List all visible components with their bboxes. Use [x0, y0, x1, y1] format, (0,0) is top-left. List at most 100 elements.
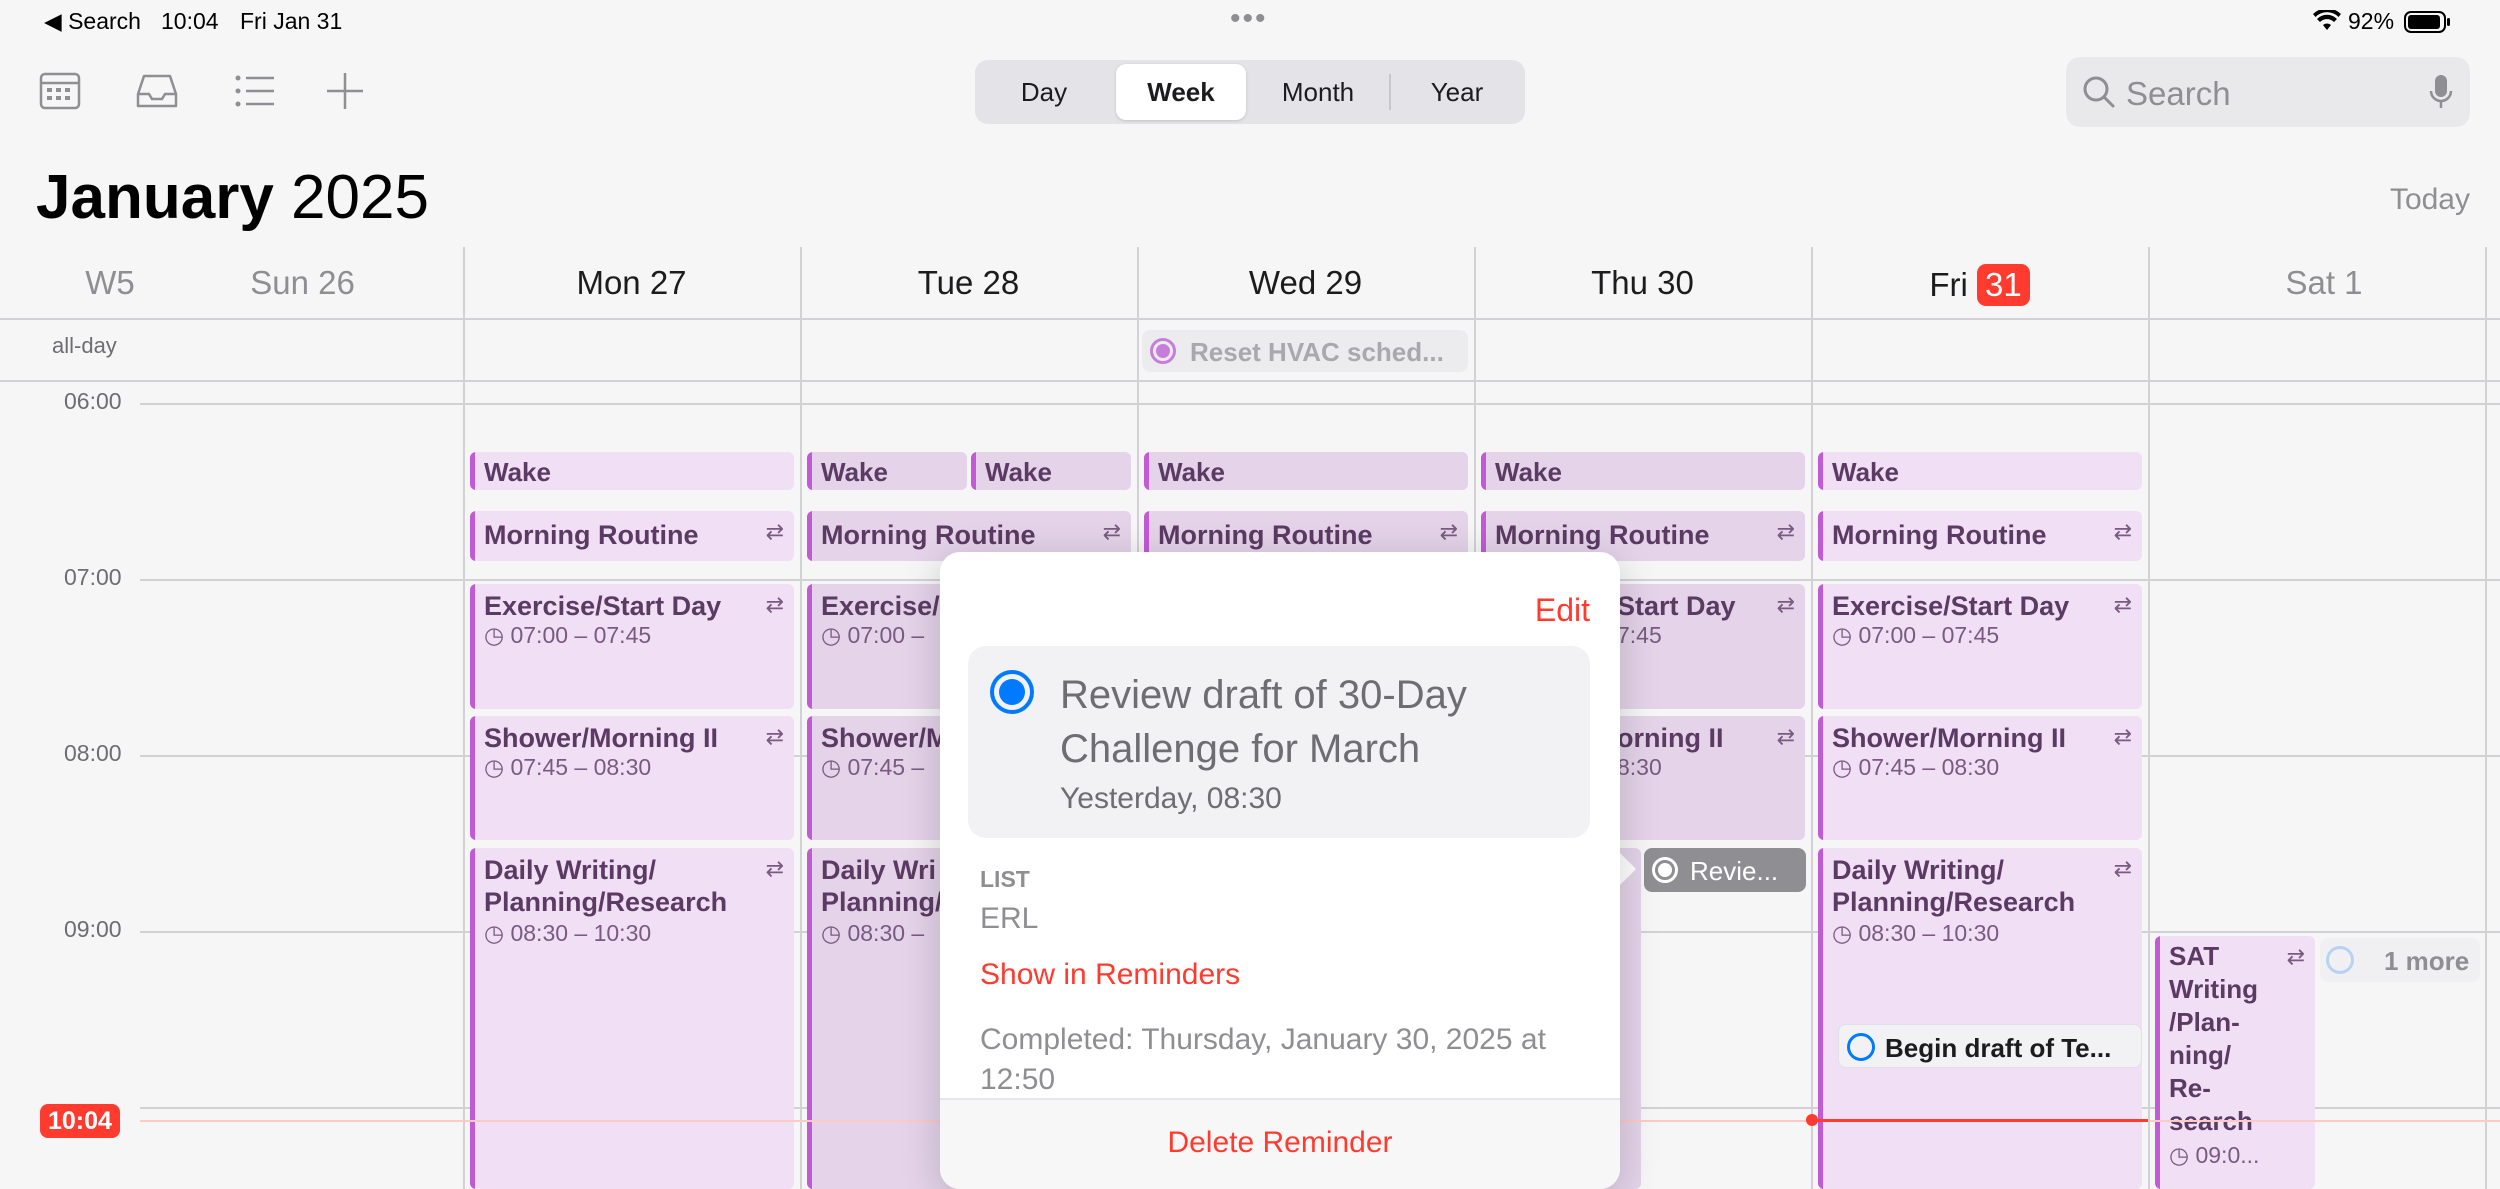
- event-time: ◷ 08:30 – 10:30: [484, 920, 651, 947]
- event-title: Start Day: [1617, 591, 1736, 621]
- back-to-search-link[interactable]: ◀ Search: [44, 8, 141, 35]
- reminder-popover: Edit Review draft of 30-Day Challenge fo…: [940, 552, 1620, 1189]
- clock-icon: ◷: [1832, 920, 1853, 946]
- event-morning-routine[interactable]: Morning Routine ⇄: [1818, 511, 2142, 561]
- month-name: January: [36, 163, 274, 232]
- event-sat-writing[interactable]: SAT Writing /Plan- ning/ Re- search ◷ 09…: [2155, 936, 2315, 1189]
- clock-icon: ◷: [821, 920, 842, 946]
- event-shower[interactable]: Shower/Morning II ◷ 07:45 – 08:30 ⇄: [1818, 716, 2142, 840]
- event-wake[interactable]: Wake: [807, 452, 967, 490]
- repeat-icon: ⇄: [1102, 519, 1121, 544]
- event-wake[interactable]: Wake: [1144, 452, 1468, 490]
- event-wake[interactable]: Wake: [1481, 452, 1805, 490]
- event-daily-writing[interactable]: Daily Writing/ Planning/Research ◷ 08:30…: [470, 848, 794, 1189]
- reminder-title: Begin draft of Te...: [1885, 1033, 2112, 1063]
- clock-icon: ◷: [1832, 622, 1853, 648]
- event-title: SAT Writing /Plan- ning/ Re- search: [2169, 940, 2258, 1138]
- today-button[interactable]: Today: [2390, 183, 2470, 217]
- event-time: ◷ 07:45 – 08:30: [484, 754, 651, 781]
- event-daily-writing[interactable]: Daily Writing/ Planning/Research ◷ 08:30…: [1818, 848, 2142, 1189]
- delete-reminder-button[interactable]: Delete Reminder: [940, 1126, 1620, 1160]
- list-heading: LIST: [980, 866, 1030, 892]
- day-header-sun[interactable]: Sun 26: [170, 264, 435, 304]
- segment-year[interactable]: Year: [1393, 64, 1521, 120]
- event-shower[interactable]: Shower/Morning II ◷ 07:45 – 08:30 ⇄: [470, 716, 794, 840]
- reminder-title: Revie...: [1690, 856, 1779, 886]
- event-title: Shower/Morning II: [1832, 723, 2066, 753]
- hour-line: [140, 403, 2500, 405]
- repeat-icon: ⇄: [1439, 519, 1458, 544]
- event-wake[interactable]: Wake: [1818, 452, 2142, 490]
- repeat-icon: ⇄: [1776, 519, 1795, 544]
- reminder-card: Review draft of 30-Day Challenge for Mar…: [968, 646, 1590, 838]
- event-time: ◷ 08:30 –: [821, 920, 924, 947]
- list-view-icon[interactable]: [232, 68, 278, 114]
- segment-month[interactable]: Month: [1253, 64, 1383, 120]
- all-day-label: all-day: [52, 333, 117, 358]
- search-placeholder: Search: [2126, 75, 2231, 112]
- day-header-tue[interactable]: Tue 28: [800, 264, 1137, 304]
- page-title: January 2025: [36, 162, 429, 233]
- grid-divider: [2148, 247, 2150, 1189]
- reminder-checkbox-icon[interactable]: [1652, 857, 1678, 883]
- event-title: Exercise/: [821, 591, 940, 621]
- wifi-icon: [2313, 10, 2341, 30]
- reminder-due-date: Yesterday, 08:30: [1060, 782, 1282, 815]
- day-header-sat[interactable]: Sat 1: [2148, 264, 2500, 304]
- grid-divider: [2485, 247, 2487, 1189]
- event-morning-routine[interactable]: Morning Routine ⇄: [470, 511, 794, 561]
- day-header-thu[interactable]: Thu 30: [1474, 264, 1811, 304]
- current-time-line: [1811, 1119, 2148, 1122]
- event-time-text: 07:45 – 08:30: [1858, 754, 2000, 780]
- today-date-badge: 31: [1976, 264, 2030, 306]
- reminder-complete-checkbox-icon[interactable]: [990, 670, 1034, 714]
- event-time: ◷ 09:0...: [2169, 1142, 2259, 1169]
- reminder-checkbox-icon[interactable]: [1847, 1033, 1875, 1061]
- day-header-mon[interactable]: Mon 27: [463, 264, 800, 304]
- event-time: ◷ 07:45 –: [821, 754, 924, 781]
- calendars-icon[interactable]: [38, 68, 84, 114]
- show-in-reminders-link[interactable]: Show in Reminders: [980, 958, 1240, 992]
- more-events-chip[interactable]: 1 more: [2320, 938, 2480, 982]
- event-wake[interactable]: Wake: [971, 452, 1131, 490]
- event-time-text: 07:45 –: [847, 754, 925, 780]
- segment-day[interactable]: Day: [979, 64, 1109, 120]
- repeat-icon: ⇄: [765, 724, 784, 749]
- week-number: W5: [85, 264, 135, 301]
- repeat-icon: ⇄: [765, 856, 784, 881]
- day-header-fri-label: Fri: [1929, 266, 1968, 303]
- add-event-icon[interactable]: [322, 68, 368, 114]
- grid-divider: [800, 247, 802, 1189]
- delete-reminder-row: Delete Reminder: [940, 1100, 1620, 1189]
- clock-icon: ◷: [2169, 1142, 2190, 1168]
- event-time: ◷ 07:45 – 08:30: [1832, 754, 1999, 781]
- event-exercise[interactable]: Exercise/Start Day ◷ 07:00 – 07:45 ⇄: [1818, 584, 2142, 709]
- header-divider: [0, 318, 2500, 320]
- day-header-wed[interactable]: Wed 29: [1137, 264, 1474, 304]
- search-field[interactable]: Search: [2066, 57, 2470, 127]
- repeat-icon: ⇄: [765, 592, 784, 617]
- repeat-icon: ⇄: [2113, 519, 2132, 544]
- list-name: ERL: [980, 902, 1039, 935]
- event-time: ◷ 07:00 – 07:45: [1832, 622, 1999, 649]
- event-wake[interactable]: Wake: [470, 452, 794, 490]
- reminder-chip[interactable]: Begin draft of Te...: [1838, 1024, 2142, 1068]
- all-day-reminder[interactable]: Reset HVAC sched...: [1142, 330, 1468, 372]
- event-title-line1: Daily Writing/: [484, 855, 657, 885]
- event-title-line: ning/: [2169, 1040, 2232, 1070]
- all-day-divider: [0, 380, 2500, 382]
- completed-line1: Completed: Thursday, January 30, 2025 at: [980, 1023, 1546, 1056]
- microphone-icon[interactable]: [2428, 73, 2454, 111]
- event-title-line2: Planning/Research: [1832, 887, 2076, 917]
- inbox-icon[interactable]: [134, 68, 180, 114]
- day-header-fri[interactable]: Fri 31: [1811, 264, 2148, 306]
- selected-reminder-chip[interactable]: Revie...: [1644, 848, 1806, 892]
- completed-line2: 12:50: [980, 1063, 1056, 1096]
- event-exercise[interactable]: Exercise/Start Day ◷ 07:00 – 07:45 ⇄: [470, 584, 794, 709]
- segment-week[interactable]: Week: [1116, 64, 1246, 120]
- reminder-checkbox-icon[interactable]: [1150, 338, 1176, 364]
- multitasking-dots-icon[interactable]: •••: [1230, 2, 1268, 36]
- event-time-text: 09:0...: [2195, 1142, 2260, 1168]
- edit-button[interactable]: Edit: [1535, 592, 1590, 629]
- event-time-text: 08:30 – 10:30: [1858, 920, 2000, 946]
